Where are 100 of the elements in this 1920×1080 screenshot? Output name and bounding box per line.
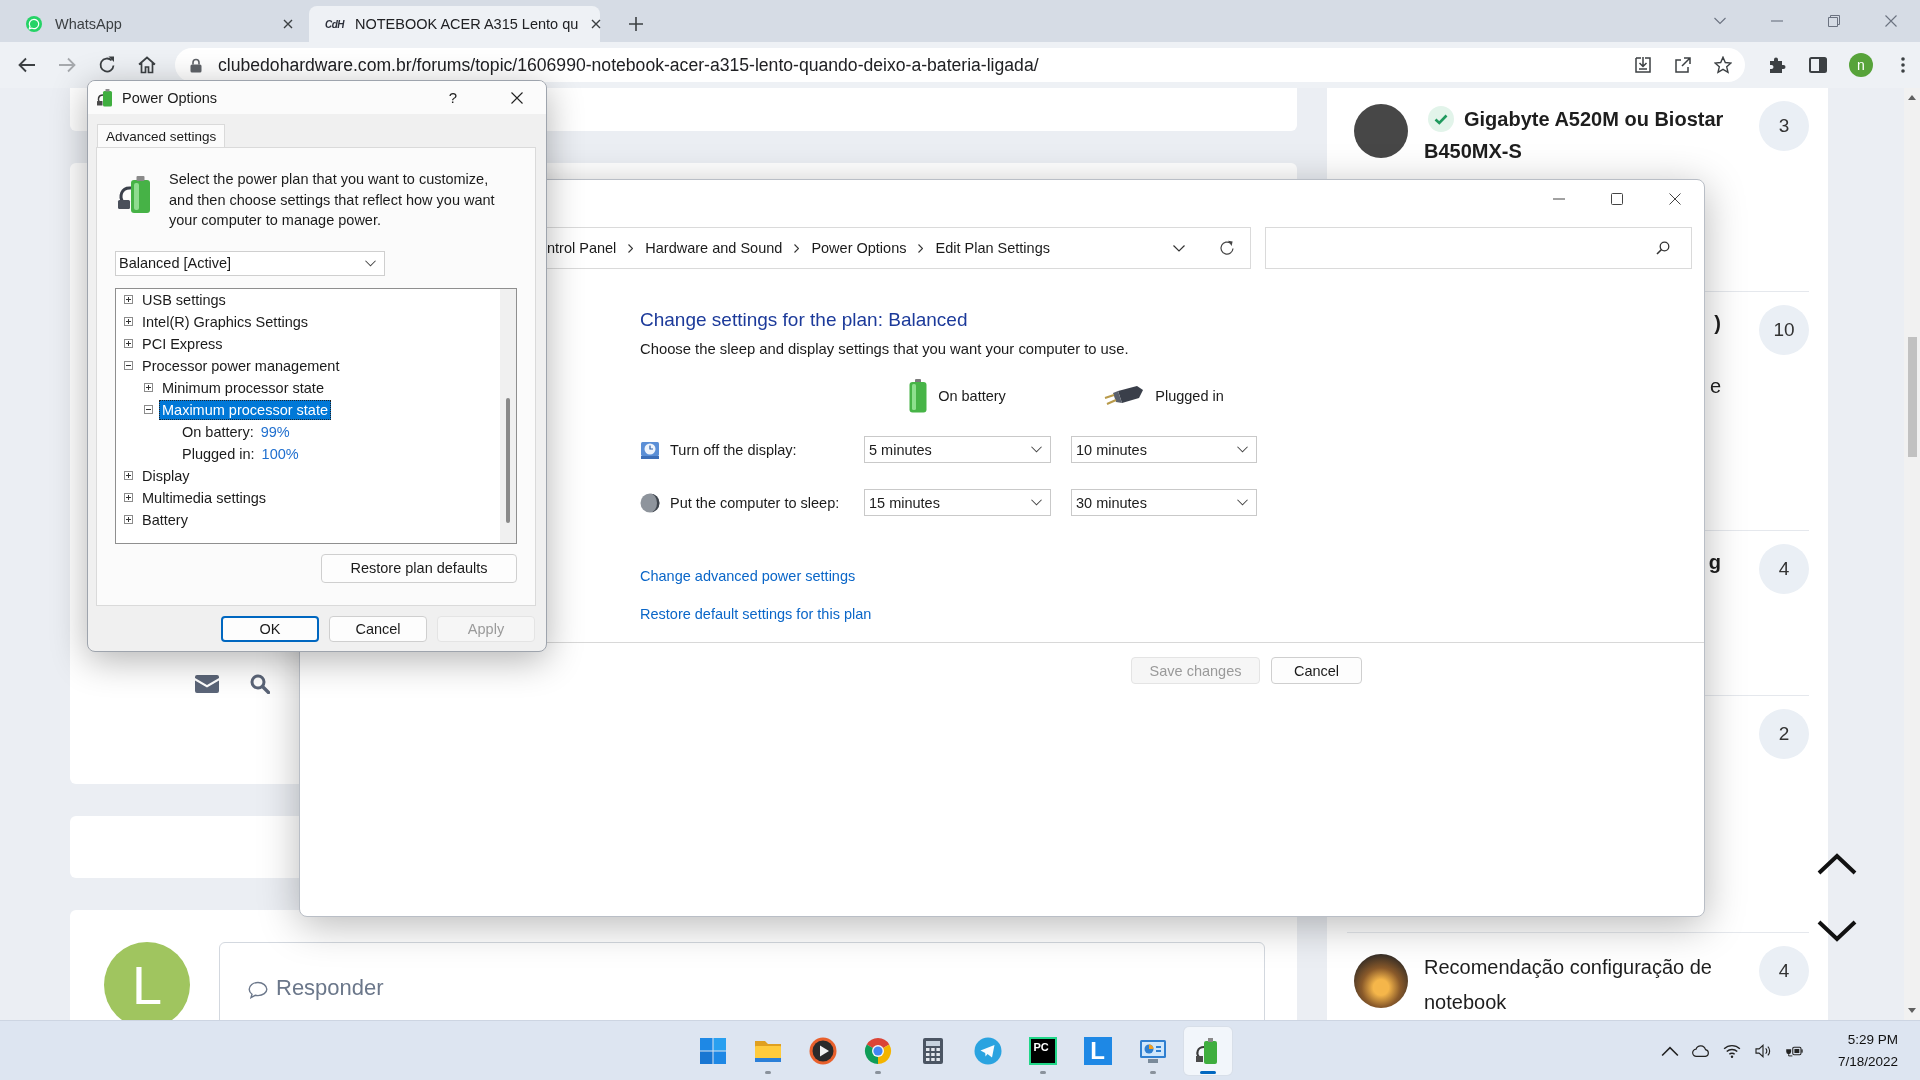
time-dropdown[interactable]: 10 minutes [1071,436,1257,463]
triangle-down-icon[interactable] [1908,1008,1916,1013]
tree-item[interactable]: Intel(R) Graphics Settings [139,311,311,332]
plus-box-icon[interactable] [124,339,133,348]
play-icon [808,1036,837,1065]
side-panel-icon[interactable] [1809,56,1827,74]
browser-tab[interactable]: WhatsApp [12,6,303,42]
settings-link[interactable]: Restore default settings for this plan [640,604,872,624]
close-icon[interactable] [1669,193,1681,205]
download-icon[interactable] [1634,56,1652,74]
reload-icon[interactable] [97,55,117,75]
scrollbar-thumb[interactable] [506,397,510,523]
page-heading: Change settings for the plan: Balanced [640,308,969,332]
plus-box-icon[interactable] [144,383,153,392]
breadcrumb-link[interactable]: ntrol Panel [547,240,617,256]
reply-count: 3 [1759,101,1809,151]
dialog-description: Select the power plan that you want to customize, and then choose settings that reflect how you want your computer to manage power. [169,170,496,230]
scrollbar[interactable] [1904,88,1920,1020]
search-icon[interactable] [250,674,270,694]
settings-link[interactable]: Change advanced power settings [640,566,856,586]
breadcrumb-link[interactable]: Hardware and Sound [645,240,783,256]
page-description: Choose the sleep and display settings that you want your computer to use. [640,340,1130,359]
plan-dropdown[interactable]: Balanced [Active] [115,250,385,276]
refresh-icon[interactable] [1219,240,1235,256]
plus-box-icon[interactable] [124,515,133,524]
minus-box-icon[interactable] [124,361,133,370]
chevron-down-icon[interactable] [1817,920,1857,942]
home-icon[interactable] [137,55,157,75]
time-dropdown[interactable]: 30 minutes [1071,489,1257,516]
envelope-icon[interactable] [195,675,219,693]
reply-count: 2 [1759,709,1809,759]
plus-box-icon[interactable] [124,493,133,502]
tree-item[interactable]: Battery [139,509,191,530]
maximize-icon[interactable] [1611,193,1623,205]
close-icon[interactable] [591,19,602,29]
user-avatar [1354,104,1408,158]
column-heading: On battery [938,388,1006,404]
chevron-up-icon[interactable] [1817,853,1857,875]
topic-link[interactable]: g [1708,546,1721,578]
tree-item[interactable]: USB settings [139,289,229,310]
speaker-icon[interactable] [1753,1043,1772,1058]
setting-value[interactable]: 99% [260,423,290,440]
moon-icon [640,492,660,513]
breadcrumb-link[interactable]: Power Options [811,240,907,256]
clock-date[interactable]: 7/18/2022 [1837,1050,1898,1073]
settings-tree[interactable]: USB settings Intel(R) Graphics Settings PCI Express Processor power management Minimum processor state Maximum processor state On battery: 99% Plugged in: 100% Display Multimedia settings Battery [115,287,517,544]
restore-defaults-button[interactable]: Restore plan defaults [321,553,517,583]
plus-box-icon[interactable] [124,295,133,304]
tree-item[interactable]: Multimedia settings [139,487,270,508]
browser-tab[interactable]: CdH NOTEBOOK ACER A315 Lento qu [309,6,600,42]
topic-link[interactable]: Recomendação configuração de notebook [1424,950,1743,1020]
topic-link[interactable]: ) [1714,307,1721,339]
tree-item[interactable]: PCI Express [139,333,226,354]
tree-item[interactable]: Maximum processor state [159,399,331,420]
more-icon[interactable] [1901,57,1905,73]
plus-box-icon[interactable] [124,317,133,326]
setting-value[interactable]: 100% [261,445,299,462]
tree-item[interactable]: Minimum processor state [159,377,327,398]
caret-icon [1031,499,1042,506]
plus-icon[interactable] [629,17,643,31]
taskbar-button[interactable] [1183,1026,1232,1075]
close-icon[interactable] [511,91,523,104]
taskbar-button[interactable]: L [1073,1026,1122,1075]
time-dropdown[interactable]: 5 minutes [864,436,1051,463]
tree-item[interactable]: Processor power management [139,355,343,376]
url-text[interactable]: clubedohardware.com.br/forums/topic/1606990-notebook-acer-a315-lento-quando-deixo-a-bateria-ligada/ [218,54,1039,76]
setting-name[interactable]: Plugged in: [179,443,258,464]
close-icon[interactable] [283,19,293,29]
caret-icon [365,259,376,267]
dialog-tab[interactable]: Advanced settings [97,124,226,147]
setting-name[interactable]: On battery: [179,421,257,442]
star-icon[interactable] [1714,56,1732,74]
address-bar[interactable]: clubedohardware.com.br/forums/topic/1606990-notebook-acer-a315-lento-quando-deixo-a-bateria-ligada/ [175,48,1745,82]
back-arrow-icon[interactable] [17,55,37,75]
wifi-icon[interactable] [1722,1043,1741,1058]
browser-icon [863,1036,892,1065]
taskbar-button[interactable]: PC [1018,1026,1067,1075]
restore-icon[interactable] [1828,15,1840,27]
chevron-down-icon[interactable] [1173,244,1185,252]
cloud-icon[interactable] [1691,1043,1710,1058]
clock-time[interactable]: 5:29 PM [1847,1028,1898,1051]
breadcrumb-link[interactable]: Edit Plan Settings [935,240,1050,256]
minus-box-icon[interactable] [144,405,153,414]
share-icon[interactable] [1674,56,1692,74]
dialog-button[interactable]: Cancel [329,616,427,642]
column-heading: Plugged in [1155,388,1224,404]
four-squares-icon [698,1036,727,1065]
search-field[interactable] [1265,227,1692,269]
triangle-up-icon[interactable] [1908,95,1916,100]
help-button[interactable]: ? [443,89,463,106]
search-icon [1656,241,1670,255]
topic-link[interactable]: Gigabyte A520M ou Biostar B450MX-S [1424,103,1743,167]
plus-box-icon[interactable] [124,471,133,480]
time-dropdown[interactable]: 15 minutes [864,489,1051,516]
dialog-button[interactable]: OK [221,616,319,642]
chevron-right-icon [628,243,634,253]
scrollbar-thumb[interactable] [1907,337,1917,457]
dialog-button[interactable]: Cancel [1271,657,1362,684]
puzzle-icon[interactable] [1768,56,1786,74]
tree-item[interactable]: Display [139,465,193,486]
